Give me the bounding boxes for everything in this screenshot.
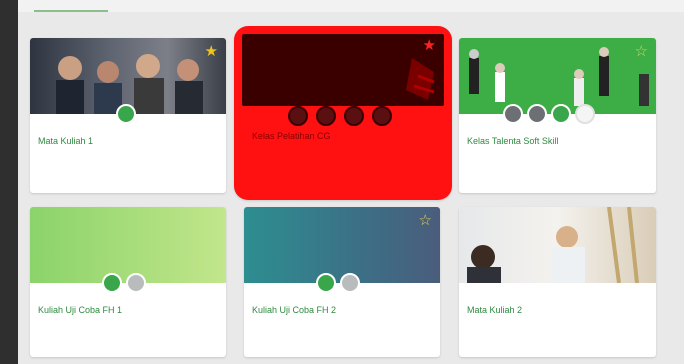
course-title[interactable]: Mata Kuliah 2: [467, 305, 522, 315]
course-title[interactable]: Kelas Pelatihan CG: [252, 131, 331, 141]
group-icon: [551, 104, 571, 124]
office-photo: [467, 207, 639, 283]
group-icon: [316, 273, 336, 293]
course-title[interactable]: Mata Kuliah 1: [38, 136, 93, 146]
user-avatar: [316, 106, 336, 126]
green-screen-photo: [469, 47, 649, 106]
course-banner: [459, 207, 656, 283]
course-card-6[interactable]: Mata Kuliah 2: [459, 207, 656, 357]
user-avatar: [527, 104, 547, 124]
star-icon[interactable]: ★: [205, 44, 218, 59]
user-avatar: [340, 273, 360, 293]
user-avatar: [503, 104, 523, 124]
top-toolbar: [18, 0, 684, 12]
course-banner: ★: [242, 34, 444, 106]
star-icon[interactable]: ☆: [635, 44, 648, 59]
people-photo: [56, 54, 203, 114]
user-avatar: [575, 104, 595, 124]
course-card-4[interactable]: Kuliah Uji Coba FH 1: [30, 207, 226, 357]
course-banner: ☆: [244, 207, 440, 283]
course-card-3[interactable]: ☆ Kelas Talenta Soft Skill: [459, 38, 656, 193]
course-title[interactable]: Kuliah Uji Coba FH 2: [252, 305, 336, 315]
course-banner: [30, 207, 226, 283]
star-icon[interactable]: ★: [423, 38, 436, 53]
course-title[interactable]: Kuliah Uji Coba FH 1: [38, 305, 122, 315]
group-icon: [102, 273, 122, 293]
user-avatar: [126, 273, 146, 293]
course-banner: ★: [30, 38, 226, 114]
member-avatars: [288, 106, 392, 126]
user-avatar: [288, 106, 308, 126]
member-avatars: [316, 273, 360, 293]
course-banner: ☆: [459, 38, 656, 114]
group-icon: [116, 104, 136, 124]
course-card-2-selected[interactable]: ★ Kelas Pelatihan CG: [234, 26, 452, 200]
member-avatars: [503, 104, 595, 124]
course-card-5[interactable]: ☆ Kuliah Uji Coba FH 2: [244, 207, 440, 357]
user-avatar: [344, 106, 364, 126]
member-avatars: [102, 273, 146, 293]
member-avatars: [116, 104, 136, 124]
user-avatar: [372, 106, 392, 126]
course-title[interactable]: Kelas Talenta Soft Skill: [467, 136, 558, 146]
course-card-1[interactable]: ★ Mata Kuliah 1: [30, 38, 226, 193]
left-sidebar: [0, 0, 18, 364]
right-edge: [684, 0, 692, 364]
active-tab-indicator: [34, 0, 108, 12]
star-icon[interactable]: ☆: [419, 213, 432, 228]
dark-banner-art: [406, 58, 435, 100]
